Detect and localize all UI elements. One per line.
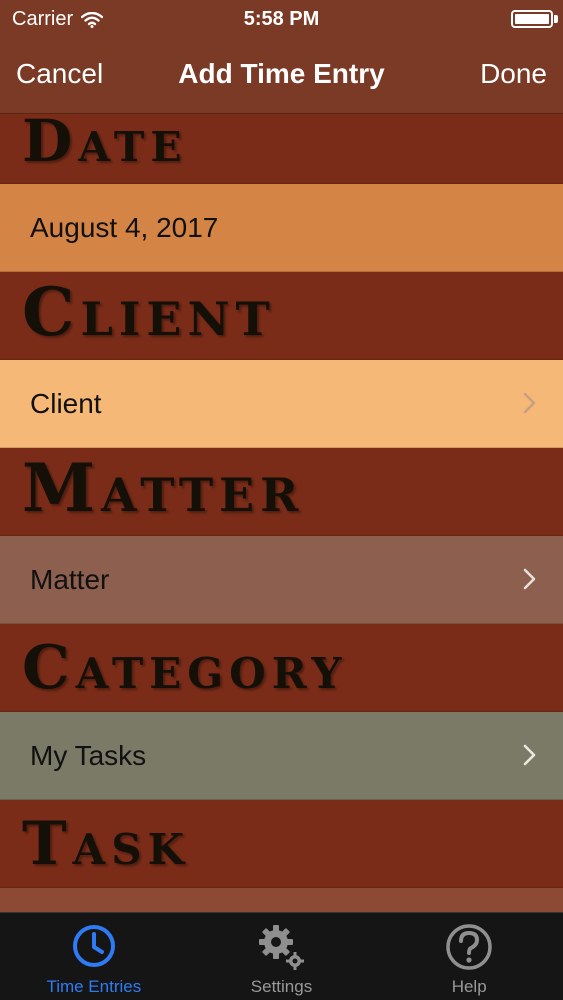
category-header-label: Category (22, 633, 348, 703)
tab-bar: Time Entries Settings Help (0, 912, 563, 1000)
task-header-label: Task (22, 809, 191, 879)
status-bar: Carrier 5:58 PM (0, 0, 563, 38)
client-header-label: Client (22, 273, 276, 351)
tab-settings[interactable]: Settings (188, 913, 376, 1000)
done-button[interactable]: Done (480, 58, 547, 90)
chevron-right-icon (523, 568, 536, 590)
section-header-task: Task (0, 800, 563, 888)
task-row[interactable] (0, 888, 563, 912)
status-time: 5:58 PM (243, 8, 320, 30)
date-value: August 4, 2017 (30, 212, 219, 243)
tab-help[interactable]: Help (375, 913, 563, 1000)
form-content[interactable]: Date August 4, 2017 Client Client Matter… (0, 114, 563, 912)
category-row[interactable]: My Tasks (0, 712, 563, 800)
tab-label: Settings (250, 977, 313, 996)
client-row[interactable]: Client (0, 360, 563, 448)
chevron-right-icon (523, 744, 536, 766)
page-title: Add Time Entry (178, 58, 385, 89)
gear-icon (258, 925, 304, 970)
section-header-matter: Matter (0, 448, 563, 536)
clock-icon (72, 925, 115, 967)
battery-tip (554, 15, 558, 23)
client-value: Client (30, 388, 102, 419)
matter-header-label: Matter (22, 449, 305, 527)
category-value: My Tasks (30, 740, 147, 771)
section-header-client: Client (0, 272, 563, 360)
help-icon (446, 924, 492, 970)
tab-label: Time Entries (46, 977, 142, 996)
matter-value: Matter (30, 564, 110, 595)
tab-time-entries[interactable]: Time Entries (0, 913, 188, 1000)
navigation-bar: Cancel Add Time Entry Done (0, 38, 563, 114)
section-header-category: Category (0, 624, 563, 712)
section-header-date: Date (0, 114, 563, 184)
battery-icon (511, 10, 553, 28)
date-row[interactable]: August 4, 2017 (0, 184, 563, 272)
tab-label: Help (451, 977, 487, 996)
matter-row[interactable]: Matter (0, 536, 563, 624)
chevron-right-icon (523, 392, 536, 414)
date-header-label: Date (22, 114, 188, 175)
